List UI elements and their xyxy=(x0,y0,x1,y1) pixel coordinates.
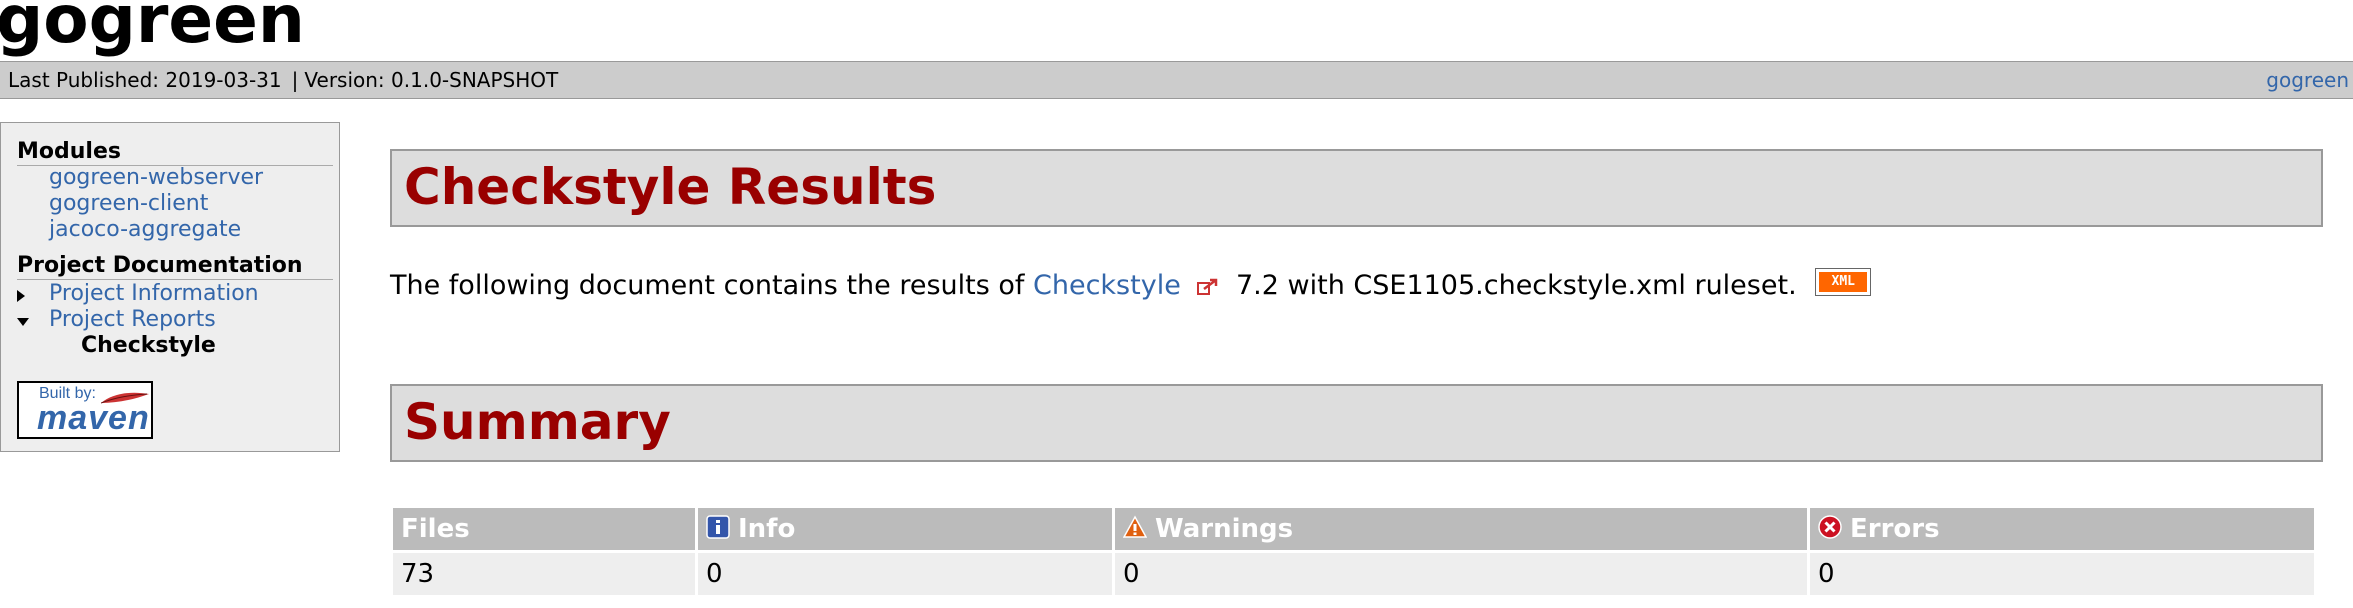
error-icon xyxy=(1818,515,1842,539)
project-reports-link[interactable]: Project Reports xyxy=(49,307,216,333)
info-header: Info xyxy=(698,508,1112,550)
summary-section: Summary xyxy=(390,384,2323,462)
project-information-link[interactable]: Project Information xyxy=(49,281,259,307)
built-by-maven-logo[interactable]: Built by: maven xyxy=(17,381,153,439)
files-header: Files xyxy=(393,508,695,550)
banner: gogreen xyxy=(0,0,2353,62)
warnings-count: 0 xyxy=(1115,553,1807,595)
publish-info: Last Published: 2019-03-31 | Version: 0.1.… xyxy=(8,62,558,98)
separator: | xyxy=(291,68,299,92)
collapsed-arrow-icon[interactable] xyxy=(17,290,25,302)
errors-count: 0 xyxy=(1810,553,2314,595)
errors-header-label: Errors xyxy=(1850,514,1940,544)
summary-heading: Summary xyxy=(404,393,671,451)
module-link-webserver[interactable]: gogreen-webserver xyxy=(49,165,263,191)
info-icon xyxy=(706,515,730,539)
intro-prefix: The following document contains the resu… xyxy=(390,270,1025,301)
module-link-client[interactable]: gogreen-client xyxy=(49,191,208,217)
module-link-jacoco[interactable]: jacoco-aggregate xyxy=(49,217,241,243)
checkstyle-current-item: Checkstyle xyxy=(81,333,216,358)
project-documentation-heading: Project Documentation xyxy=(17,253,333,280)
files-header-label: Files xyxy=(401,514,470,544)
navigation-sidebar: Modules gogreen-webserver gogreen-client… xyxy=(0,122,340,452)
summary-table: Files Info Warnings Errors 73 0 0 0 xyxy=(390,505,2317,598)
checkstyle-results-section: Checkstyle Results xyxy=(390,149,2323,227)
intro-suffix: 7.2 with CSE1105.checkstyle.xml ruleset. xyxy=(1236,270,1797,301)
warning-icon xyxy=(1123,515,1147,538)
xml-badge-text: XML xyxy=(1819,271,1868,292)
site-title: gogreen xyxy=(0,0,305,58)
info-count: 0 xyxy=(698,553,1112,595)
warnings-header: Warnings xyxy=(1115,508,1807,550)
version: Version: 0.1.0-SNAPSHOT xyxy=(304,68,559,92)
table-row: 73 0 0 0 xyxy=(393,553,2314,595)
checkstyle-link[interactable]: Checkstyle xyxy=(1033,270,1181,301)
files-count: 73 xyxy=(393,553,695,595)
page-title: Checkstyle Results xyxy=(404,158,937,216)
gogreen-link[interactable]: gogreen xyxy=(2266,62,2349,98)
expanded-arrow-icon[interactable] xyxy=(17,318,29,326)
maven-word: maven xyxy=(37,399,150,437)
errors-header: Errors xyxy=(1810,508,2314,550)
warnings-header-label: Warnings xyxy=(1155,514,1294,544)
xml-report-badge[interactable]: XML xyxy=(1815,267,1872,296)
modules-heading: Modules xyxy=(17,139,333,166)
external-link-icon xyxy=(1197,278,1218,295)
table-header-row: Files Info Warnings Errors xyxy=(393,508,2314,550)
info-header-label: Info xyxy=(738,514,796,544)
breadcrumb-bar: Last Published: 2019-03-31 | Version: 0.1.… xyxy=(0,61,2353,99)
last-published: Last Published: 2019-03-31 xyxy=(8,68,282,92)
intro-paragraph: The following document contains the resu… xyxy=(390,267,1872,304)
